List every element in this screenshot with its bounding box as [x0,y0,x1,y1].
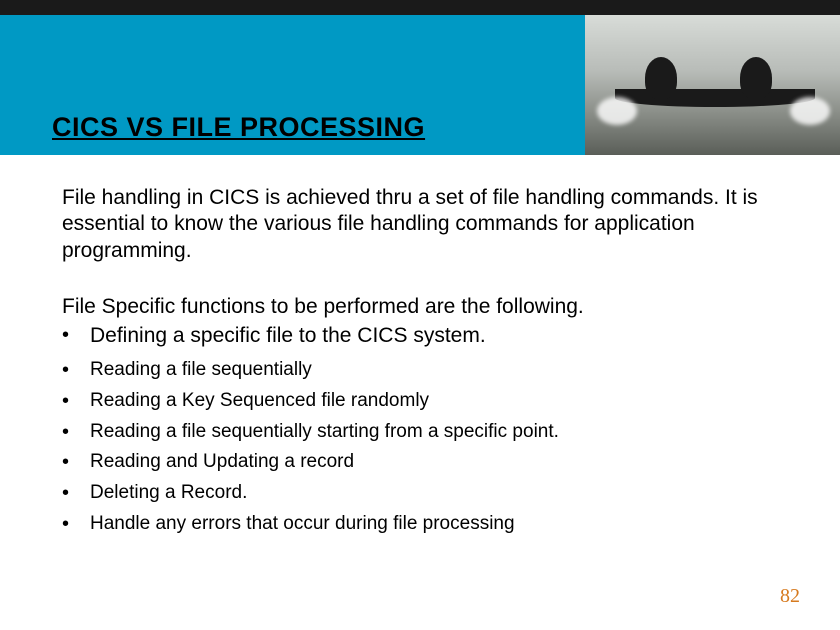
rower-silhouette [740,57,772,99]
rower-silhouette [645,57,677,99]
water-splash [790,97,830,125]
list-item: Reading a file sequentially [62,357,778,383]
slide-title: CICS VS FILE PROCESSING [52,112,425,143]
intro-paragraph: File handling in CICS is achieved thru a… [62,185,778,264]
list-item: Reading and Updating a record [62,449,778,475]
boat-silhouette [615,89,815,107]
section-heading: File Specific functions to be performed … [62,294,778,320]
list-item: Reading a Key Sequenced file randomly [62,388,778,414]
list-item: Handle any errors that occur during file… [62,511,778,537]
water-splash [597,97,637,125]
bullet-list: Defining a specific file to the CICS sys… [62,322,778,536]
list-item: Reading a file sequentially starting fro… [62,419,778,445]
header-dark-strip [0,0,840,15]
content-area: File handling in CICS is achieved thru a… [0,155,840,536]
list-item: Deleting a Record. [62,480,778,506]
header-photo [585,15,840,155]
header-banner: CICS VS FILE PROCESSING [0,0,840,155]
page-number: 82 [780,585,800,608]
list-item: Defining a specific file to the CICS sys… [62,322,778,350]
